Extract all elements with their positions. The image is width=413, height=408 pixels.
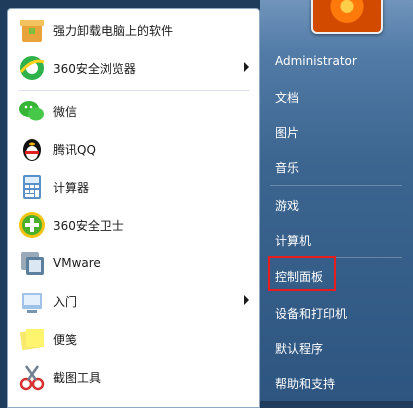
devices-printers-link[interactable]: 设备和打印机	[275, 305, 347, 322]
program-snipping-tool[interactable]: 截图工具	[8, 359, 259, 395]
wechat-icon	[16, 95, 48, 127]
qq-penguin-icon	[16, 133, 48, 165]
computer-link[interactable]: 计算机	[275, 232, 311, 249]
program-label: 入门	[53, 294, 78, 309]
program-label: 360安全浏览器	[53, 61, 136, 76]
program-label: 强力卸载电脑上的软件	[53, 23, 174, 38]
music-link[interactable]: 音乐	[275, 159, 299, 176]
program-list: 强力卸载电脑上的软件 360安全浏览器 微信 腾讯QQ 计算器 360安全卫士 …	[7, 8, 260, 408]
documents-link[interactable]: 文档	[275, 89, 299, 106]
program-360-guard[interactable]: 360安全卫士	[8, 207, 259, 243]
user-name-link[interactable]: Administrator	[275, 54, 357, 68]
separator	[18, 90, 250, 91]
program-label: 360安全卫士	[53, 218, 124, 233]
control-panel-highlight-box	[268, 256, 336, 291]
program-label: 腾讯QQ	[53, 142, 96, 157]
program-label: VMware	[53, 256, 101, 270]
360-guard-icon	[16, 209, 48, 241]
program-label: 计算器	[53, 180, 90, 195]
getting-started-icon	[16, 285, 48, 317]
user-avatar[interactable]	[311, 0, 383, 34]
submenu-arrow-icon[interactable]	[244, 295, 249, 305]
program-getting-started[interactable]: 入门	[8, 283, 259, 319]
start-menu: 强力卸载电脑上的软件 360安全浏览器 微信 腾讯QQ 计算器 360安全卫士 …	[0, 0, 413, 408]
sticky-notes-icon	[16, 323, 48, 355]
snipping-tool-icon	[16, 361, 48, 393]
program-label: 便笺	[53, 332, 78, 347]
help-support-link[interactable]: 帮助和支持	[275, 375, 335, 392]
pictures-link[interactable]: 图片	[275, 124, 299, 141]
default-programs-link[interactable]: 默认程序	[275, 340, 323, 357]
calculator-icon	[16, 171, 48, 203]
vmware-icon	[16, 247, 48, 279]
program-vmware[interactable]: VMware	[8, 245, 259, 281]
program-label: 微信	[53, 104, 78, 119]
program-wechat[interactable]: 微信	[8, 93, 259, 129]
program-qq[interactable]: 腾讯QQ	[8, 131, 259, 167]
360-browser-icon	[16, 52, 48, 84]
separator	[270, 185, 402, 186]
program-uninstaller[interactable]: 强力卸载电脑上的软件	[8, 12, 259, 48]
uninstall-box-icon	[16, 14, 48, 46]
program-sticky-notes[interactable]: 便笺	[8, 321, 259, 357]
program-360-browser[interactable]: 360安全浏览器	[8, 50, 259, 86]
games-link[interactable]: 游戏	[275, 197, 299, 214]
program-calculator[interactable]: 计算器	[8, 169, 259, 205]
submenu-arrow-icon[interactable]	[244, 62, 249, 72]
program-label: 截图工具	[53, 370, 102, 385]
